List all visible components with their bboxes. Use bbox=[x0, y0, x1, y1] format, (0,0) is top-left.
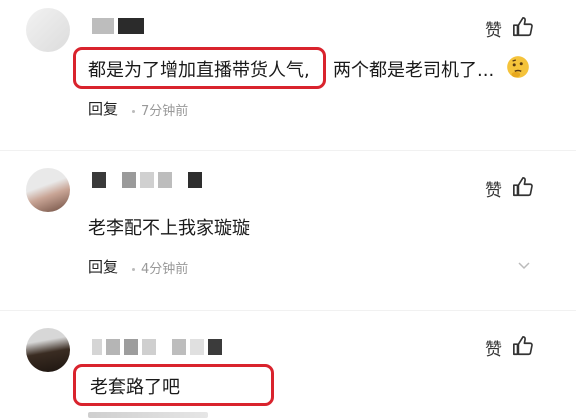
comment-text: 两个都是老司机了... bbox=[333, 60, 495, 81]
timestamp: 7分钟前 bbox=[126, 100, 188, 119]
cropped-footer bbox=[88, 412, 208, 418]
comment-text-highlighted: 都是为了增加直播带货人气, bbox=[88, 60, 310, 81]
reply-button[interactable]: 回复 bbox=[88, 98, 118, 119]
avatar[interactable] bbox=[26, 328, 70, 372]
timestamp: 4分钟前 bbox=[126, 258, 188, 277]
thumbs-up-icon[interactable] bbox=[512, 176, 534, 198]
separator-dot bbox=[132, 268, 135, 271]
avatar[interactable] bbox=[26, 168, 70, 212]
comment-text-highlighted: 老套路了吧 bbox=[90, 377, 180, 398]
username-redacted bbox=[92, 172, 202, 188]
thinking-emoji-icon bbox=[507, 56, 529, 78]
like-label: 赞 bbox=[485, 340, 502, 360]
comment-text: 老李配不上我家璇璇 bbox=[88, 218, 250, 239]
comment-3: 赞 老套路了吧 bbox=[0, 310, 576, 418]
username-redacted bbox=[92, 339, 222, 355]
username-redacted bbox=[92, 18, 144, 34]
separator-dot bbox=[132, 110, 135, 113]
more-icon[interactable] bbox=[518, 261, 530, 271]
reply-button[interactable]: 回复 bbox=[88, 256, 118, 277]
comment-2: 赞 老李配不上我家璇璇 回复 4分钟前 bbox=[0, 150, 576, 300]
like-label: 赞 bbox=[485, 181, 502, 201]
thumbs-up-icon[interactable] bbox=[512, 16, 534, 38]
like-label: 赞 bbox=[485, 21, 502, 41]
comment-1: 赞 都是为了增加直播带货人气, 两个都是老司机了... 回复 7分钟前 bbox=[0, 0, 576, 140]
thumbs-up-icon[interactable] bbox=[512, 335, 534, 357]
avatar[interactable] bbox=[26, 8, 70, 52]
